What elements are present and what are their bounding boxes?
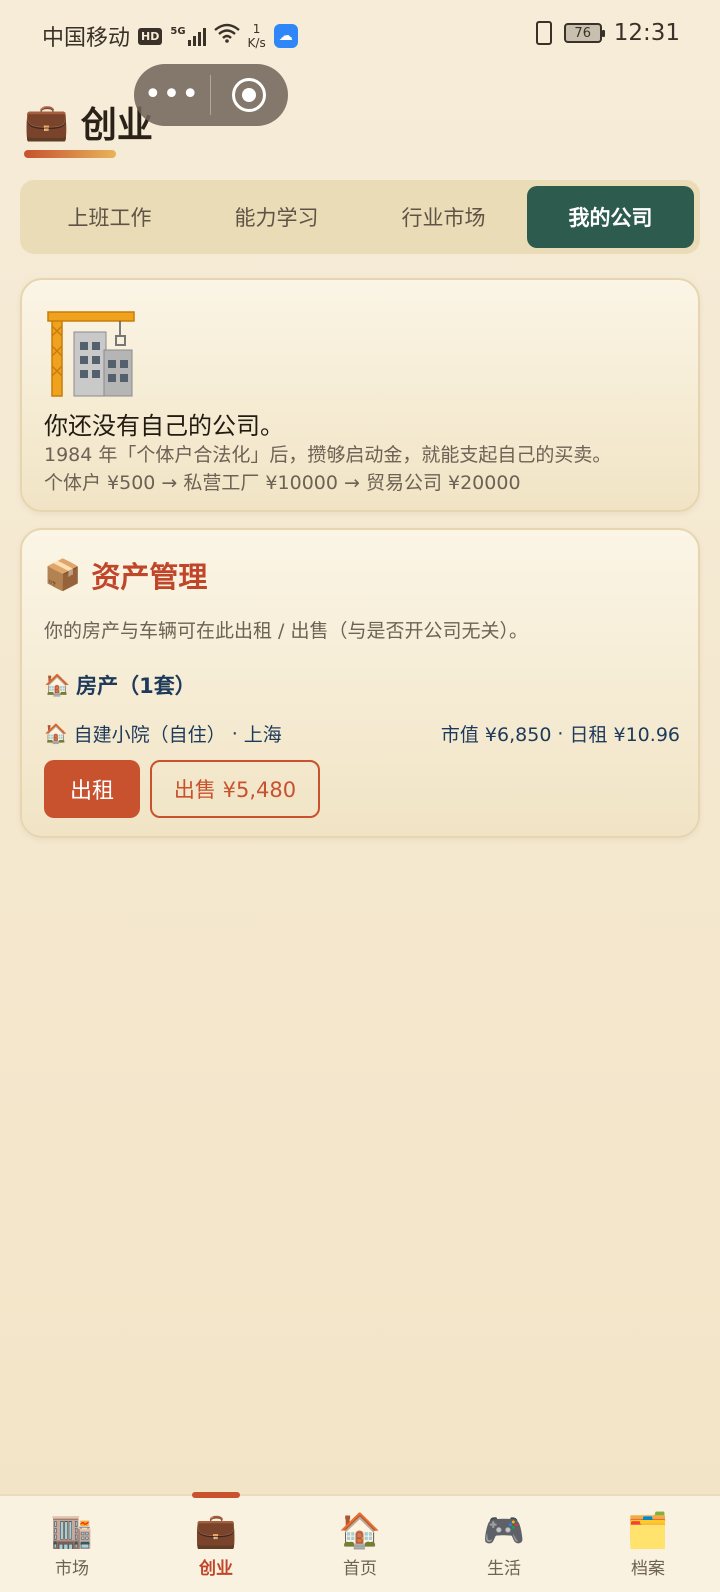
- package-icon: 📦: [44, 557, 82, 593]
- asset-management-card: 📦 资产管理 你的房产与车辆可在此出租 / 出售（与是否开公司无关）。 🏠 房产…: [20, 528, 700, 838]
- section-tabs: 上班工作 能力学习 行业市场 我的公司: [20, 180, 700, 254]
- property-section-header: 🏠 房产（1套）: [44, 670, 196, 700]
- active-indicator: [192, 1492, 240, 1498]
- nav-label: 创业: [199, 1558, 233, 1579]
- nav-home[interactable]: 🏠 首页: [288, 1496, 432, 1592]
- miniprogram-capsule: •••: [134, 64, 288, 126]
- house-icon: 🏠: [44, 723, 68, 745]
- property-count-label: 房产（1套）: [76, 674, 196, 698]
- status-bar: 中国移动 HD 5G 1 K/s ☁ 76 12:31: [0, 0, 720, 72]
- more-options-icon[interactable]: •••: [134, 80, 210, 110]
- tab-my-company[interactable]: 我的公司: [527, 186, 694, 248]
- property-actions: 出租 出售 ¥5,480: [44, 760, 320, 818]
- house-icon: 🏠: [44, 672, 71, 697]
- briefcase-icon: 💼: [194, 1510, 238, 1551]
- asset-header: 📦 资产管理: [44, 554, 207, 596]
- network-speed: 1 K/s: [248, 22, 266, 50]
- property-city: 上海: [243, 724, 282, 746]
- nav-life[interactable]: 🎮 生活: [432, 1496, 576, 1592]
- weather-app-icon: ☁: [273, 24, 298, 48]
- separator-dot: ·: [231, 722, 238, 745]
- clock: 12:31: [613, 20, 680, 46]
- separator-dot: ·: [557, 722, 564, 745]
- title-underline: [24, 150, 116, 158]
- no-company-message: 你还没有自己的公司。: [44, 412, 284, 440]
- tab-learning[interactable]: 能力学习: [193, 186, 360, 248]
- target-icon: [232, 78, 266, 112]
- property-row: 🏠 自建小院（自住） · 上海 市值 ¥6,850 · 日租 ¥10.96: [44, 720, 680, 747]
- property-name: 自建小院（自住）: [73, 724, 226, 746]
- close-miniprogram-button[interactable]: [211, 78, 287, 112]
- tab-work[interactable]: 上班工作: [26, 186, 193, 248]
- nav-label: 首页: [343, 1558, 377, 1579]
- status-bar-left: 中国移动 HD 5G 1 K/s ☁: [42, 20, 298, 52]
- property-market-value: 市值 ¥6,850: [440, 724, 552, 746]
- property-values: 市值 ¥6,850 · 日租 ¥10.96: [441, 720, 680, 747]
- hd-badge: HD: [138, 27, 163, 45]
- nav-market[interactable]: 🏬 市场: [0, 1496, 144, 1592]
- carrier-name: 中国移动: [42, 26, 131, 51]
- game-controller-icon: 🎮: [482, 1510, 526, 1551]
- battery-icon: 76: [563, 23, 605, 43]
- wifi-icon: [213, 23, 240, 49]
- bottom-navigation: 🏬 市场 💼 创业 🏠 首页 🎮 生活 🗂️ 档案: [0, 1492, 720, 1592]
- nav-label: 档案: [631, 1558, 665, 1579]
- company-hint-text: 1984 年「个体户合法化」后，攒够启动金，就能支起自己的买卖。: [44, 444, 612, 466]
- speed-value: 1: [252, 22, 261, 36]
- vibrate-icon: [535, 21, 552, 45]
- property-info: 🏠 自建小院（自住） · 上海: [44, 720, 282, 747]
- speed-unit: K/s: [247, 36, 266, 50]
- nav-startup[interactable]: 💼 创业: [144, 1492, 288, 1592]
- status-bar-right: 76 12:31: [535, 20, 680, 46]
- asset-title: 资产管理: [91, 560, 208, 594]
- construction-crane-building-icon: [47, 311, 135, 397]
- folder-icon: 🗂️: [626, 1510, 670, 1551]
- house-icon: 🏠: [338, 1510, 382, 1551]
- tab-industry-market[interactable]: 行业市场: [360, 186, 527, 248]
- asset-description: 你的房产与车辆可在此出租 / 出售（与是否开公司无关）。: [44, 620, 528, 642]
- briefcase-icon: 💼: [24, 102, 69, 143]
- sell-button[interactable]: 出售 ¥5,480: [150, 760, 320, 818]
- battery-level: 76: [574, 25, 591, 41]
- department-store-icon: 🏬: [50, 1510, 94, 1551]
- property-daily-rent: 日租 ¥10.96: [569, 724, 680, 746]
- signal-icon: 5G: [170, 26, 206, 46]
- nav-archive[interactable]: 🗂️ 档案: [576, 1496, 720, 1592]
- network-type: 5G: [170, 26, 186, 37]
- rent-button[interactable]: 出租: [44, 760, 140, 818]
- nav-label: 市场: [55, 1558, 89, 1579]
- nav-label: 生活: [487, 1558, 521, 1579]
- company-tier-prices: 个体户 ¥500 → 私营工厂 ¥10000 → 贸易公司 ¥20000: [44, 472, 521, 494]
- company-card: 你还没有自己的公司。 1984 年「个体户合法化」后，攒够启动金，就能支起自己的…: [20, 278, 700, 512]
